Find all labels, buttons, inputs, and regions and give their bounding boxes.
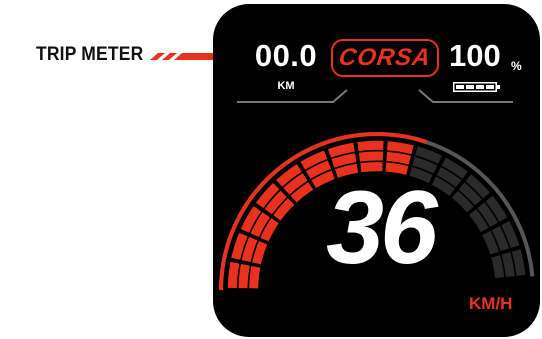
speed-value: 36: [326, 170, 438, 286]
gauge-segment: [249, 265, 261, 289]
gauge-segment: [386, 151, 411, 165]
ebike-display-screen: 00.0 KM CORSA 100 % 36 KM/H: [213, 4, 540, 337]
gauge-segment: [227, 261, 240, 289]
speed-unit: KM/H: [469, 294, 513, 313]
battery-percentage-value: 100: [449, 38, 501, 73]
ride-mode-label: CORSA: [337, 44, 433, 71]
gauge-segment: [238, 263, 250, 289]
battery-icon: [453, 82, 500, 92]
battery-percentage-unit: %: [511, 59, 522, 73]
trip-meter-callout-label: TRIP METER: [36, 44, 144, 65]
gauge-segment: [358, 151, 384, 162]
ride-mode-badge: CORSA: [331, 39, 439, 77]
trip-distance-value: 00.0: [254, 38, 318, 73]
gauge-segment: [357, 140, 384, 152]
gauge-segment: [491, 255, 505, 278]
trip-distance-unit: KM: [277, 80, 295, 92]
